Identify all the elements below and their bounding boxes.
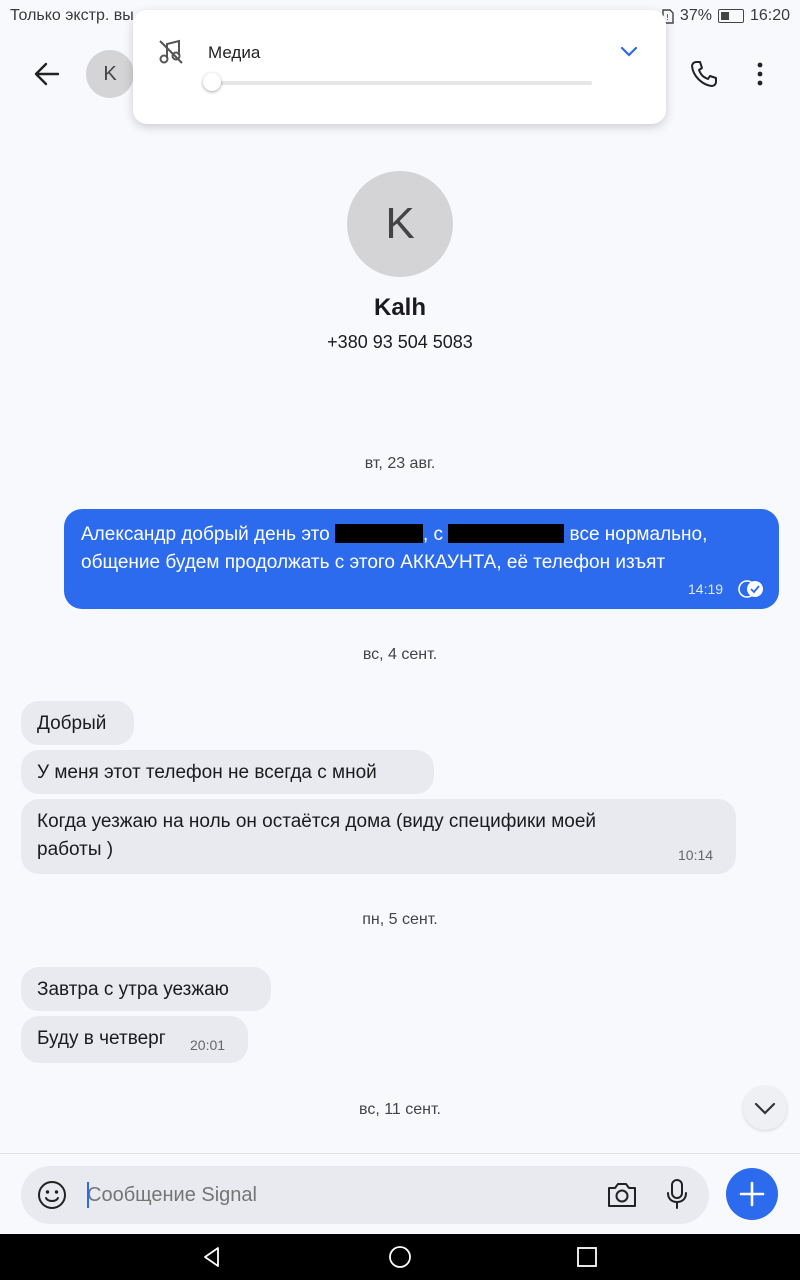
text-cursor bbox=[87, 1182, 89, 1208]
redaction-block bbox=[334, 524, 423, 543]
redaction-block bbox=[448, 524, 565, 543]
contact-avatar[interactable]: K bbox=[86, 50, 134, 98]
chevron-down-icon bbox=[754, 1102, 776, 1115]
incoming-message[interactable]: Буду в четверг 20:01 bbox=[21, 1016, 248, 1063]
music-off-icon[interactable] bbox=[157, 38, 185, 66]
media-volume-popup: Медиа bbox=[133, 10, 666, 124]
message-text: Завтра с утра уезжаю bbox=[37, 979, 229, 1000]
scroll-to-bottom-button[interactable] bbox=[743, 1086, 787, 1130]
date-separator: пн, 5 сент. bbox=[362, 911, 438, 928]
battery-percent: 37% bbox=[679, 7, 712, 24]
date-separator: вт, 23 авг. bbox=[364, 455, 436, 472]
date-separator: вс, 4 сент. bbox=[362, 646, 438, 663]
expand-chevron-button[interactable] bbox=[617, 42, 641, 62]
chevron-down-icon bbox=[620, 46, 638, 57]
phone-icon bbox=[691, 61, 717, 87]
system-nav-bar bbox=[0, 1234, 800, 1280]
message-time: 14:19 bbox=[688, 581, 724, 597]
message-time: 20:01 bbox=[190, 1037, 226, 1053]
back-button[interactable] bbox=[30, 58, 66, 90]
media-label: Медиа bbox=[208, 43, 261, 62]
more-vertical-icon bbox=[757, 62, 763, 86]
incoming-message[interactable]: У меня этот телефон не всегда с мной bbox=[21, 750, 434, 794]
incoming-message[interactable]: Добрый bbox=[21, 701, 134, 745]
more-options-button[interactable] bbox=[748, 58, 772, 90]
nav-back-icon[interactable] bbox=[200, 1245, 224, 1269]
voice-note-button[interactable] bbox=[665, 1178, 689, 1210]
message-text: У меня этот телефон не всегда с мной bbox=[37, 762, 377, 783]
plus-icon bbox=[739, 1181, 765, 1207]
volume-slider-track[interactable] bbox=[208, 81, 592, 85]
battery-icon bbox=[717, 9, 744, 23]
volume-slider-thumb[interactable] bbox=[203, 73, 221, 91]
delivered-checks-icon bbox=[738, 580, 763, 598]
attach-button[interactable] bbox=[726, 1168, 778, 1220]
nav-home-icon[interactable] bbox=[388, 1245, 412, 1269]
outgoing-message[interactable]: Александр добрый день это , с все нормал… bbox=[64, 509, 779, 609]
arrow-left-icon bbox=[34, 62, 60, 86]
camera-button[interactable] bbox=[606, 1180, 638, 1210]
outgoing-message-text: Александр добрый день это , с все нормал… bbox=[81, 524, 708, 573]
profile-avatar: K bbox=[347, 171, 453, 277]
svg-text:!: ! bbox=[666, 13, 669, 22]
message-text: Добрый bbox=[37, 713, 107, 734]
message-time: 10:14 bbox=[678, 847, 714, 863]
message-composer bbox=[21, 1166, 709, 1224]
status-text: Только экстр. вы bbox=[10, 7, 134, 24]
clock: 16:20 bbox=[749, 7, 790, 24]
profile-phone: +380 93 504 5083 bbox=[327, 332, 473, 352]
camera-icon bbox=[608, 1183, 636, 1207]
message-input[interactable] bbox=[87, 1181, 587, 1209]
emoji-button[interactable] bbox=[37, 1180, 67, 1210]
message-text: Буду в четверг bbox=[37, 1028, 166, 1049]
incoming-message[interactable]: Когда уезжаю на ноль он остаётся дома (в… bbox=[21, 799, 736, 874]
microphone-icon bbox=[667, 1179, 687, 1209]
call-button[interactable] bbox=[688, 58, 720, 90]
divider bbox=[0, 1153, 800, 1154]
nav-recents-icon[interactable] bbox=[576, 1246, 598, 1268]
message-text: Когда уезжаю на ноль он остаётся дома (в… bbox=[37, 811, 596, 860]
profile-name: Kalh bbox=[373, 294, 426, 321]
emoji-icon bbox=[38, 1181, 66, 1209]
incoming-message[interactable]: Завтра с утра уезжаю bbox=[21, 967, 271, 1011]
date-separator: вс, 11 сент. bbox=[359, 1101, 441, 1118]
